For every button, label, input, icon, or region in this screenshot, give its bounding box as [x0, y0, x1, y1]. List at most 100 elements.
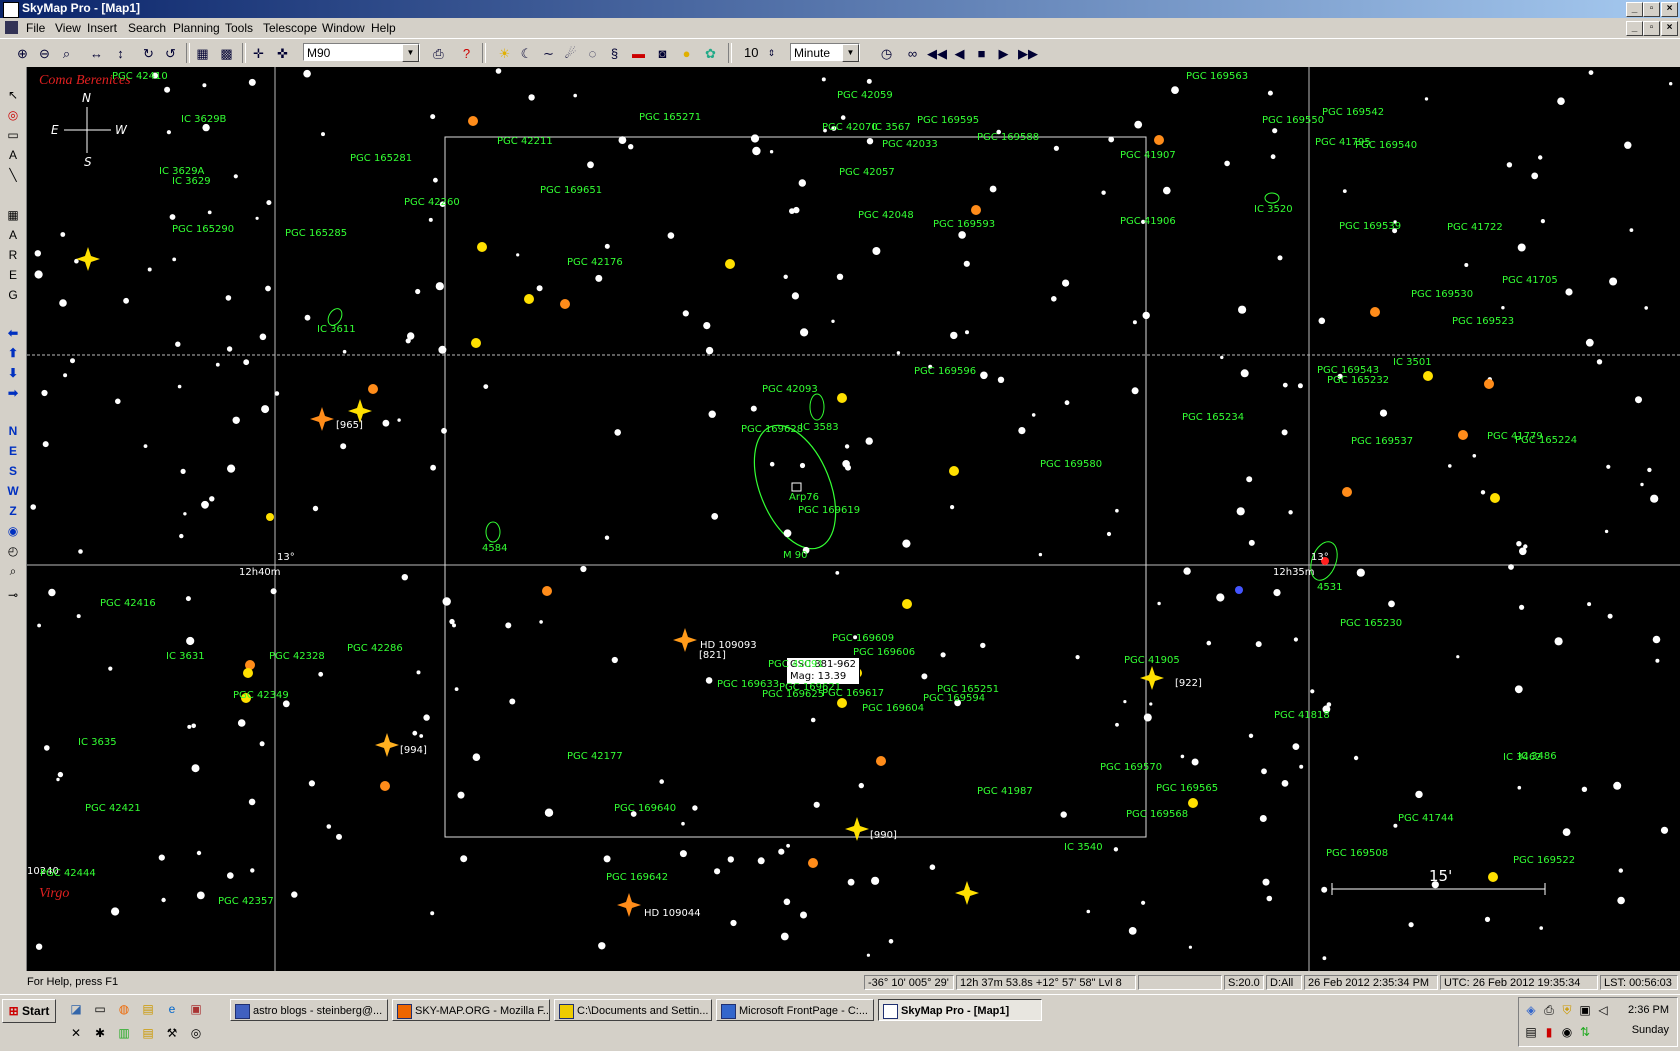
bright-star[interactable] [617, 893, 641, 917]
star[interactable] [342, 349, 347, 354]
deep-sky-object-label[interactable]: PGC 165232 [1327, 375, 1389, 386]
star[interactable] [259, 333, 267, 341]
pan-vertical-icon[interactable]: ↕ [112, 45, 129, 62]
deep-sky-object-label[interactable]: PGC 42093 [762, 384, 818, 395]
star[interactable] [1516, 541, 1522, 547]
star[interactable] [1255, 641, 1262, 648]
star[interactable] [430, 911, 435, 916]
star[interactable] [539, 620, 543, 624]
deep-sky-object-label[interactable]: PGC 42048 [858, 210, 914, 221]
colored-star[interactable] [902, 599, 912, 609]
menu-view[interactable]: View [55, 21, 81, 35]
star[interactable] [48, 588, 56, 597]
direction-s-button[interactable]: S [4, 463, 22, 479]
star[interactable] [423, 714, 430, 721]
close-button[interactable]: × [1661, 2, 1678, 17]
star[interactable] [866, 78, 872, 84]
deep-sky-object-label[interactable]: PGC 42416 [100, 598, 156, 609]
star[interactable] [308, 780, 315, 787]
rewind-fast-icon[interactable]: ◀◀ [927, 45, 947, 62]
colored-star[interactable] [471, 338, 481, 348]
star[interactable] [232, 416, 240, 424]
star[interactable] [1053, 145, 1059, 151]
star[interactable] [783, 529, 792, 538]
arrow-up-icon[interactable]: ⬆ [4, 345, 22, 361]
star[interactable] [143, 444, 148, 448]
deep-sky-object-label[interactable]: PGC 169625 [762, 689, 824, 700]
star[interactable] [1149, 702, 1153, 706]
direction-e-button[interactable]: E [4, 443, 22, 459]
star[interactable] [70, 358, 75, 364]
deep-sky-object-label[interactable]: IC 3583 [800, 422, 839, 433]
star[interactable] [248, 798, 256, 806]
rotate-cw-icon[interactable]: ↻ [140, 45, 157, 62]
deep-sky-object-label[interactable]: PGC 169542 [1322, 107, 1384, 118]
star[interactable] [1206, 640, 1212, 646]
star[interactable] [430, 114, 436, 120]
star[interactable] [41, 389, 48, 397]
star[interactable] [791, 292, 800, 300]
star[interactable] [603, 855, 611, 863]
center-icon[interactable]: ✛ [250, 45, 267, 62]
star[interactable] [858, 782, 864, 789]
bright-star[interactable] [310, 407, 334, 431]
colored-star[interactable] [560, 299, 570, 309]
star[interactable] [1267, 90, 1273, 96]
star[interactable] [628, 144, 634, 150]
deep-sky-object-label[interactable]: M 90 [783, 550, 808, 561]
star[interactable] [528, 94, 535, 101]
deep-sky-object-label[interactable]: PGC 169606 [853, 647, 915, 658]
star[interactable] [1565, 288, 1573, 296]
deep-sky-object-label[interactable]: PGC 169565 [1156, 783, 1218, 794]
star[interactable] [175, 341, 181, 347]
star[interactable] [821, 77, 826, 82]
star[interactable] [1604, 529, 1609, 534]
star[interactable] [382, 419, 390, 427]
star[interactable] [1123, 700, 1127, 704]
star[interactable] [215, 362, 220, 367]
step-back-icon[interactable]: ◀ [951, 45, 968, 62]
colored-star[interactable] [1423, 371, 1433, 381]
help-context-icon[interactable]: ? [458, 45, 475, 62]
arrow-right-icon[interactable]: ➡ [4, 385, 22, 401]
letter-button-e[interactable]: E [4, 267, 22, 283]
star[interactable] [1270, 154, 1276, 160]
deep-sky-object-label[interactable]: PGC 169537 [1351, 436, 1413, 447]
star[interactable] [1557, 97, 1565, 105]
deep-sky-object-label[interactable]: PGC 169522 [1513, 855, 1575, 866]
star[interactable] [191, 764, 200, 773]
deep-sky-object-label[interactable]: PGC 169617 [822, 688, 884, 699]
star[interactable] [179, 533, 184, 539]
star[interactable] [888, 939, 894, 944]
start-button[interactable]: ⊞ Start [2, 999, 56, 1023]
deep-sky-object-label[interactable]: PGC 42286 [347, 643, 403, 654]
star[interactable] [786, 843, 790, 848]
deep-sky-object-label[interactable]: PGC 42349 [233, 690, 289, 701]
star[interactable] [950, 505, 955, 510]
star[interactable] [57, 771, 64, 778]
deep-sky-object-label[interactable]: PGC 169596 [914, 366, 976, 377]
star[interactable] [169, 214, 176, 220]
star[interactable] [1393, 823, 1398, 828]
star[interactable] [1618, 868, 1624, 873]
step-forward-icon[interactable]: ▶ [995, 45, 1012, 62]
deep-sky-object-label[interactable]: PGC 169619 [798, 505, 860, 516]
star[interactable] [1342, 189, 1347, 193]
star[interactable] [798, 179, 806, 187]
pan-horizontal-icon[interactable]: ↔ [88, 45, 105, 62]
star[interactable] [730, 919, 737, 927]
find-icon[interactable]: ⌕ [4, 563, 22, 579]
colored-star[interactable] [971, 205, 981, 215]
star[interactable] [1629, 228, 1634, 233]
bright-star[interactable] [76, 247, 100, 271]
camera-icon[interactable]: ◙ [654, 45, 671, 62]
star[interactable] [1585, 338, 1594, 347]
star[interactable] [416, 670, 421, 675]
zoom-in-icon[interactable]: ⊕ [14, 45, 31, 62]
star[interactable] [705, 677, 713, 684]
time-unit-combo[interactable]: Minute ▼ [790, 43, 860, 62]
menu-help[interactable]: Help [371, 21, 396, 35]
star-label[interactable]: [922] [1175, 678, 1202, 689]
star[interactable] [472, 753, 481, 761]
quicklaunch-disc-icon[interactable]: ◎ [188, 1025, 204, 1041]
